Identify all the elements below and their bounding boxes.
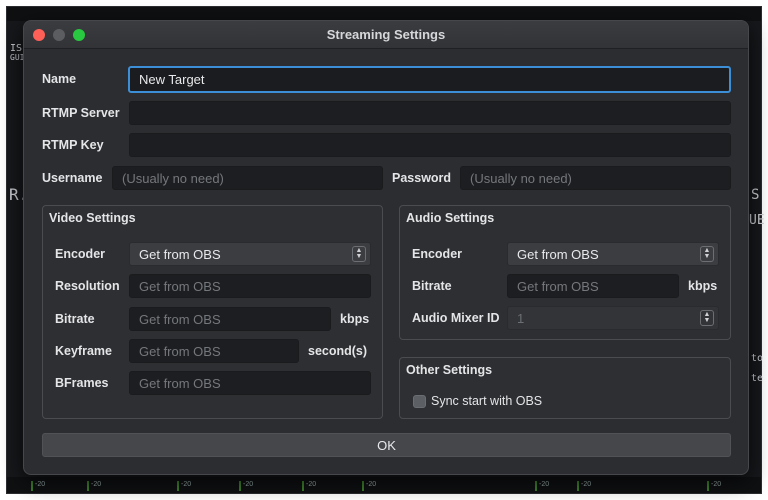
background-audio-meters: -20 -20 -20 -20 -20 -20 -20 -20 -20: [7, 477, 761, 493]
audio-encoder-label: Encoder: [412, 247, 463, 261]
keyframe-unit: second(s): [308, 344, 368, 358]
video-bitrate-label: Bitrate: [55, 312, 95, 326]
streaming-settings-dialog: Streaming Settings Name RTMP Server RTMP…: [23, 20, 749, 475]
password-input[interactable]: [460, 166, 731, 190]
rtmp-server-label: RTMP Server: [42, 106, 120, 120]
audio-bitrate-label: Bitrate: [412, 279, 452, 293]
resolution-input[interactable]: Get from OBS: [129, 274, 371, 298]
ok-button[interactable]: OK: [42, 433, 731, 457]
audio-bitrate-unit: kbps: [688, 279, 718, 293]
dialog-title: Streaming Settings: [326, 27, 446, 42]
password-label: Password: [392, 171, 452, 185]
audio-encoder-select[interactable]: Get from OBS ▲ ▼: [507, 242, 719, 266]
audio-meter: -20: [577, 481, 595, 491]
name-input[interactable]: [128, 66, 731, 93]
audio-settings-title: Audio Settings: [406, 211, 495, 225]
video-bitrate-input[interactable]: Get from OBS: [129, 307, 331, 331]
background-toolbar: [7, 7, 761, 21]
select-arrows-icon: ▲ ▼: [700, 246, 714, 262]
resolution-label: Resolution: [55, 279, 120, 293]
title-bar[interactable]: Streaming Settings: [24, 21, 748, 49]
sync-start-label: Sync start with OBS: [431, 394, 543, 408]
bframes-label: BFrames: [55, 376, 109, 390]
rtmp-key-label: RTMP Key: [42, 138, 104, 152]
audio-meter: -20: [535, 481, 553, 491]
audio-meter: -20: [239, 481, 257, 491]
rtmp-key-input[interactable]: [129, 133, 731, 157]
audio-meter: -20: [362, 481, 380, 491]
video-settings-group: Video Settings Encoder Get from OBS ▲ ▼ R…: [42, 205, 383, 419]
audio-bitrate-input[interactable]: Get from OBS: [507, 274, 679, 298]
close-window-button[interactable]: [33, 29, 45, 41]
maximize-window-button[interactable]: [73, 29, 85, 41]
rtmp-server-input[interactable]: [129, 101, 731, 125]
audio-meter: -20: [707, 481, 725, 491]
window-controls: [33, 29, 85, 41]
video-settings-title: Video Settings: [49, 211, 136, 225]
audio-mixer-value: 1: [517, 310, 525, 326]
background-text: te: [751, 373, 764, 384]
username-label: Username: [42, 171, 103, 185]
video-encoder-select[interactable]: Get from OBS ▲ ▼: [129, 242, 371, 266]
audio-meter: -20: [302, 481, 320, 491]
audio-encoder-value: Get from OBS: [517, 246, 599, 262]
username-input[interactable]: [112, 166, 383, 190]
sync-start-checkbox[interactable]: [413, 395, 426, 408]
other-settings-group: Other Settings Sync start with OBS: [399, 357, 731, 419]
keyframe-label: Keyframe: [55, 344, 112, 358]
audio-mixer-select[interactable]: 1 ▲ ▼: [507, 306, 719, 330]
background-text: UE: [749, 213, 765, 228]
keyframe-input[interactable]: Get from OBS: [129, 339, 299, 363]
audio-meter: -20: [87, 481, 105, 491]
other-settings-title: Other Settings: [406, 363, 493, 377]
background-text: to: [751, 353, 764, 364]
audio-settings-group: Audio Settings Encoder Get from OBS ▲ ▼ B…: [399, 205, 731, 340]
audio-mixer-label: Audio Mixer ID: [412, 311, 500, 325]
video-bitrate-unit: kbps: [340, 312, 370, 326]
bframes-input[interactable]: Get from OBS: [129, 371, 371, 395]
background-text: S: [751, 187, 760, 203]
audio-meter: -20: [177, 481, 195, 491]
select-arrows-icon: ▲ ▼: [700, 310, 714, 326]
video-encoder-label: Encoder: [55, 247, 106, 261]
name-label: Name: [42, 72, 77, 86]
audio-meter: -20: [31, 481, 49, 491]
video-encoder-value: Get from OBS: [139, 246, 221, 262]
select-arrows-icon: ▲ ▼: [352, 246, 366, 262]
minimize-window-button[interactable]: [53, 29, 65, 41]
